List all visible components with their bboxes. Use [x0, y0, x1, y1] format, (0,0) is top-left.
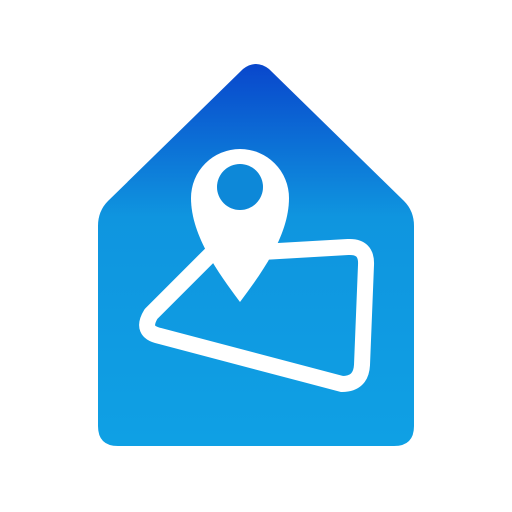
- house-map-pin-icon: [98, 64, 414, 446]
- map-pin-hole: [217, 164, 263, 210]
- icon-canvas: [0, 0, 512, 512]
